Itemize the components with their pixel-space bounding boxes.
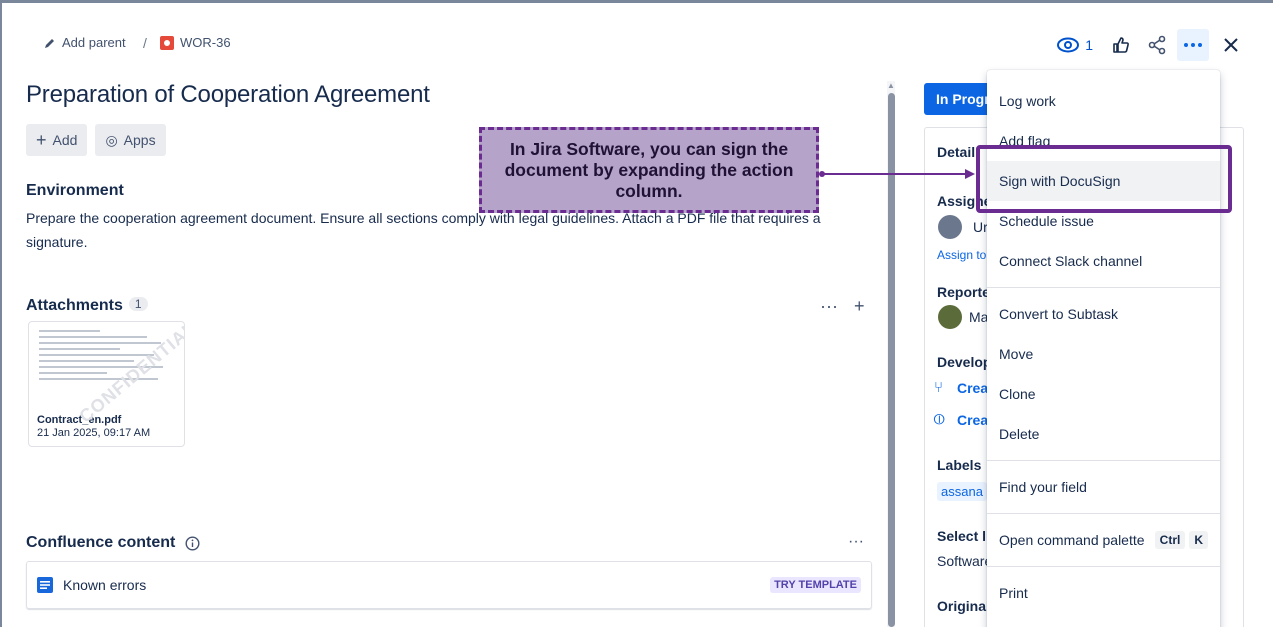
menu-item-find-your-field[interactable]: Find your field	[987, 467, 1220, 507]
more-icon	[1184, 43, 1202, 47]
reporter-label: Reporte	[937, 284, 990, 300]
menu-item-log-work[interactable]: Log work	[987, 81, 1220, 121]
issue-key-link[interactable]: WOR-36	[160, 35, 231, 50]
attachments-add-icon[interactable]: +	[854, 296, 865, 317]
attachments-actions: ··· +	[820, 296, 865, 317]
close-icon	[1224, 38, 1238, 52]
assignee-value[interactable]: Ur	[973, 219, 988, 235]
top-actions: 1	[1049, 29, 1247, 61]
menu-item-move[interactable]: Move	[987, 334, 1220, 374]
confluence-heading-label: Confluence content	[26, 534, 176, 551]
try-template-badge[interactable]: TRY TEMPLATE	[770, 577, 861, 593]
apps-icon: ◎	[105, 131, 118, 148]
menu-item-command-palette[interactable]: Open command palette Ctrl K	[987, 520, 1220, 560]
label-chip[interactable]: assana	[937, 482, 987, 501]
attachments-heading-label: Attachments	[26, 297, 123, 314]
more-actions-button[interactable]	[1177, 29, 1209, 61]
confluence-heading: Confluence content	[26, 534, 200, 552]
add-button[interactable]: + Add	[26, 124, 88, 156]
add-parent-label: Add parent	[62, 35, 126, 50]
menu-divider	[987, 513, 1220, 514]
like-button[interactable]	[1105, 29, 1137, 61]
confluence-item[interactable]: Known errors TRY TEMPLATE	[26, 561, 872, 609]
bug-icon	[160, 35, 174, 50]
pencil-icon	[45, 38, 54, 48]
add-button-label: Add	[52, 132, 78, 148]
create-commit-link[interactable]: Crea	[957, 412, 988, 428]
share-button[interactable]	[1141, 29, 1173, 61]
menu-item-print[interactable]: Print	[987, 573, 1220, 613]
menu-divider	[987, 460, 1220, 461]
annotation-highlight-box	[976, 145, 1232, 213]
command-palette-label: Open command palette	[999, 532, 1145, 548]
assign-to-me-link[interactable]: Assign to	[937, 248, 986, 262]
add-parent-link[interactable]: Add parent	[44, 35, 126, 50]
create-branch-link[interactable]: Crea	[957, 380, 988, 396]
select-list-value[interactable]: Software	[937, 553, 992, 569]
issue-modal: Add parent / WOR-36 1 Preparation of Coo…	[2, 3, 1273, 627]
assignee-avatar	[938, 215, 962, 239]
annotation-callout: In Jira Software, you can sign the docum…	[479, 127, 819, 213]
attachments-heading: Attachments 1	[26, 297, 148, 315]
shortcut-ctrl: Ctrl	[1154, 531, 1186, 549]
apps-button-label: Apps	[123, 132, 156, 148]
issue-action-buttons: + Add ◎ Apps	[26, 124, 166, 156]
eye-icon	[1057, 37, 1080, 53]
commit-icon: ⦶	[934, 411, 945, 428]
confluence-item-label: Known errors	[63, 577, 147, 593]
info-icon[interactable]	[185, 535, 200, 551]
watch-count: 1	[1085, 37, 1093, 53]
breadcrumb-separator: /	[143, 35, 147, 51]
branch-icon: ⑂	[934, 379, 944, 396]
select-list-label: Select li	[937, 528, 990, 544]
details-heading[interactable]: Detail	[937, 144, 975, 160]
development-label: Develop	[937, 354, 992, 370]
apps-button[interactable]: ◎ Apps	[95, 124, 166, 156]
environment-text[interactable]: Prepare the cooperation agreement docume…	[26, 206, 826, 254]
labels-label: Labels	[937, 457, 982, 473]
menu-divider	[987, 287, 1220, 288]
menu-item-export-xml[interactable]: Export XML	[987, 613, 1220, 627]
issue-key: WOR-36	[180, 35, 231, 50]
plus-icon: +	[36, 130, 47, 150]
share-icon	[1148, 35, 1166, 55]
reporter-value[interactable]: Ma	[969, 309, 988, 325]
scroll-up-icon[interactable]: ▲	[887, 81, 895, 91]
reporter-avatar	[938, 305, 962, 329]
confluence-more-icon[interactable]: ···	[848, 533, 864, 551]
shortcut-k: K	[1189, 531, 1208, 549]
original-estimate-label: Original	[937, 598, 990, 614]
thumbs-up-icon	[1113, 37, 1129, 53]
attachment-thumbnail: CONFIDENTIAL	[29, 322, 184, 427]
attachment-date: 21 Jan 2025, 09:17 AM	[37, 427, 151, 439]
menu-item-clone[interactable]: Clone	[987, 374, 1220, 414]
menu-item-delete[interactable]: Delete	[987, 414, 1220, 454]
close-button[interactable]	[1215, 29, 1247, 61]
command-palette-shortcut: Ctrl K	[1154, 531, 1208, 549]
attachments-count: 1	[128, 297, 148, 311]
issue-title[interactable]: Preparation of Cooperation Agreement	[26, 81, 430, 109]
page-icon	[37, 577, 53, 593]
environment-heading: Environment	[26, 182, 124, 199]
attachment-card[interactable]: CONFIDENTIAL Contract_en.pdf 21 Jan 2025…	[28, 321, 185, 447]
menu-item-convert-to-subtask[interactable]: Convert to Subtask	[987, 294, 1220, 334]
annotation-arrow	[819, 169, 975, 179]
attachments-more-icon[interactable]: ···	[820, 296, 838, 317]
menu-divider	[987, 566, 1220, 567]
watch-button[interactable]: 1	[1049, 29, 1101, 61]
menu-item-connect-slack[interactable]: Connect Slack channel	[987, 241, 1220, 281]
